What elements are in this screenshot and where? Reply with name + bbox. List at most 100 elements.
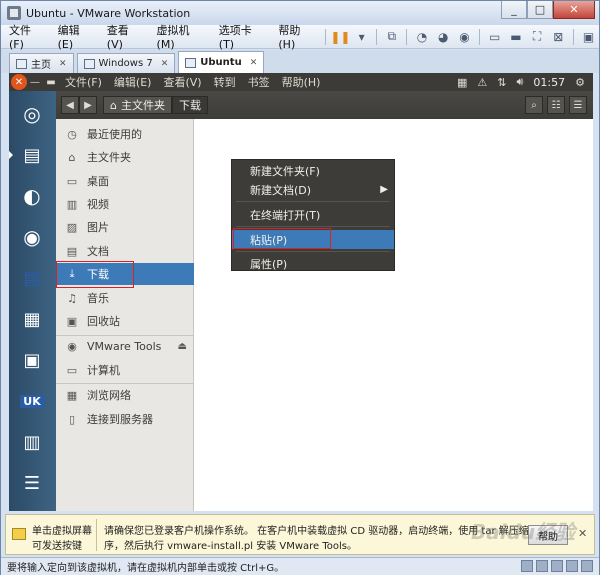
- snapshot-icon[interactable]: ◔: [411, 27, 432, 47]
- maximize-button[interactable]: □: [527, 1, 553, 19]
- sidebar-item-computer[interactable]: ▭ 计算机: [56, 359, 194, 381]
- sidebar-item-label: 回收站: [87, 315, 120, 328]
- breadcrumb-home-label: 主文件夹: [120, 99, 165, 112]
- snapshot-manager-icon[interactable]: ◉: [454, 27, 475, 47]
- back-button[interactable]: ◀: [61, 96, 79, 114]
- disc-icon: ◉: [67, 339, 77, 353]
- sidebar-item-trash[interactable]: ▣ 回收站: [56, 310, 194, 332]
- revert-snapshot-icon[interactable]: ◕: [433, 27, 454, 47]
- places-sidebar: ◷ 最近使用的 ⌂ 主文件夹 ▭ 桌面 ▥ 视频 ▨ 图片 ▤ 文档 ⤓ 下载 …: [56, 119, 194, 511]
- tab-home[interactable]: 主页 ✕: [9, 53, 74, 73]
- launcher-calc[interactable]: ▦: [13, 300, 51, 338]
- menu-open-terminal[interactable]: 在终端打开(T): [232, 205, 394, 224]
- launcher-dash[interactable]: ◎: [13, 95, 51, 133]
- ubuntu-menu-view[interactable]: 查看(V): [157, 74, 207, 90]
- menu-bar: 文件(F) 编辑(E) 查看(V) 虚拟机(M) 选项卡(T) 帮助(H) ❚❚…: [1, 22, 599, 51]
- grid-view-button[interactable]: ☷: [547, 96, 565, 114]
- window-close-icon[interactable]: ✕: [11, 74, 27, 90]
- network-icon[interactable]: [551, 560, 563, 572]
- search-button[interactable]: ⌕: [525, 96, 543, 114]
- file-cabinet-icon: ▤: [23, 144, 41, 166]
- launcher-writer[interactable]: ▤: [13, 259, 51, 297]
- sidebar-item-home[interactable]: ⌂ 主文件夹: [56, 146, 194, 168]
- thumbnail-bar-icon[interactable]: ▣: [578, 27, 599, 47]
- launcher-workspaces[interactable]: ▥: [13, 423, 51, 461]
- launcher-firefox[interactable]: ◐: [13, 177, 51, 215]
- fullscreen-icon[interactable]: ⛶: [526, 27, 547, 47]
- close-tab-icon[interactable]: ✕: [59, 59, 67, 69]
- forward-button[interactable]: ▶: [79, 96, 97, 114]
- unity-icon[interactable]: ⊠: [548, 27, 569, 47]
- menu-file[interactable]: 文件(F): [1, 22, 50, 51]
- menu-tabs[interactable]: 选项卡(T): [211, 22, 271, 51]
- close-tab-icon[interactable]: ✕: [250, 58, 258, 68]
- close-button[interactable]: ✕: [553, 1, 595, 19]
- infobar-divider: [96, 519, 97, 551]
- network-indicator-icon[interactable]: ⇅: [497, 76, 506, 89]
- sidebar-item-vmware-tools[interactable]: ◉ VMware Tools ⏏: [56, 335, 194, 357]
- launcher-impress[interactable]: ▣: [13, 341, 51, 379]
- usb-icon[interactable]: [566, 560, 578, 572]
- ubuntu-top-panel: ✕ — ▬ 文件(F) 编辑(E) 查看(V) 转到 书签 帮助(H) ▦ ⚠ …: [9, 73, 593, 91]
- minimize-button[interactable]: _: [501, 1, 527, 19]
- sidebar-item-label: 音乐: [87, 292, 109, 305]
- ubuntu-menu-help[interactable]: 帮助(H): [276, 74, 327, 90]
- eject-icon[interactable]: ⏏: [178, 341, 187, 352]
- sound-icon[interactable]: [581, 560, 593, 572]
- guest-screen[interactable]: ✕ — ▬ 文件(F) 编辑(E) 查看(V) 转到 书签 帮助(H) ▦ ⚠ …: [9, 73, 593, 511]
- dropdown-arrow-icon[interactable]: ▾: [351, 27, 372, 47]
- tab-ubuntu-label: Ubuntu: [200, 57, 242, 68]
- ubuntu-menu-bookmarks[interactable]: 书签: [242, 74, 276, 90]
- breadcrumb-home[interactable]: ⌂ 主文件夹: [103, 96, 172, 114]
- sidebar-item-browse-network[interactable]: ▦ 浏览网络: [56, 384, 194, 406]
- ubuntu-menu-edit[interactable]: 编辑(E): [108, 74, 158, 90]
- power-icon[interactable]: ⚙: [575, 76, 585, 89]
- sidebar-item-pictures[interactable]: ▨ 图片: [56, 216, 194, 238]
- sidebar-item-videos[interactable]: ▥ 视频: [56, 193, 194, 215]
- sidebar-item-documents[interactable]: ▤ 文档: [56, 240, 194, 262]
- ubuntu-menu-file[interactable]: 文件(F): [59, 74, 108, 90]
- hdd-icon[interactable]: [521, 560, 533, 572]
- clock[interactable]: 01:57: [533, 76, 565, 89]
- sidebar-item-recent[interactable]: ◷ 最近使用的: [56, 123, 194, 145]
- infobar-message-line2: 序，然后执行 vmware-install.pl 安装 VMware Tools…: [104, 541, 358, 552]
- launcher-files[interactable]: ▤: [9, 136, 51, 174]
- music-icon: ♫: [67, 291, 77, 305]
- cdrom-icon[interactable]: [536, 560, 548, 572]
- sidebar-item-music[interactable]: ♫ 音乐: [56, 287, 194, 309]
- network-adapter-icon[interactable]: ⧉: [381, 27, 402, 47]
- list-view-button[interactable]: ☰: [569, 96, 587, 114]
- menu-edit[interactable]: 编辑(E): [50, 22, 99, 51]
- tab-ubuntu[interactable]: Ubuntu ✕: [178, 51, 265, 73]
- close-icon[interactable]: ✕: [578, 527, 587, 540]
- toolbar-divider: [479, 28, 481, 45]
- firefox-icon: ◐: [23, 184, 41, 208]
- window-maximize-icon[interactable]: ▬: [43, 77, 59, 88]
- menu-view[interactable]: 查看(V): [99, 22, 149, 51]
- update-icon[interactable]: ⚠: [477, 76, 487, 89]
- breadcrumb-current[interactable]: 下载: [171, 96, 208, 114]
- window-minimize-icon[interactable]: —: [27, 77, 43, 88]
- sidebar-item-connect-server[interactable]: ▯ 连接到服务器: [56, 408, 194, 430]
- menu-vm[interactable]: 虚拟机(M): [149, 22, 211, 51]
- menu-help[interactable]: 帮助(H): [270, 22, 320, 51]
- menu-properties[interactable]: 属性(P): [232, 254, 394, 273]
- launcher-trash[interactable]: ☰: [13, 464, 51, 502]
- pause-icon[interactable]: ❚❚: [330, 27, 351, 47]
- menu-new-document[interactable]: 新建文档(D) ▶: [232, 180, 394, 199]
- close-tab-icon[interactable]: ✕: [161, 59, 169, 69]
- keyboard-icon[interactable]: ▦: [457, 76, 467, 89]
- library-view-icon[interactable]: ▭: [484, 27, 505, 47]
- launcher-ubuntu-one[interactable]: UK: [13, 382, 51, 420]
- launcher-chromium[interactable]: ◉: [13, 218, 51, 256]
- menu-new-folder[interactable]: 新建文件夹(F): [232, 161, 394, 180]
- sidebar-item-label: 视频: [87, 198, 109, 211]
- window-controls: _ □ ✕: [501, 1, 595, 19]
- toolbar-divider: [324, 28, 326, 45]
- sidebar-item-desktop[interactable]: ▭ 桌面: [56, 170, 194, 192]
- ubuntu-menu-go[interactable]: 转到: [208, 74, 242, 90]
- console-view-icon[interactable]: ▬: [505, 27, 526, 47]
- volume-icon[interactable]: 🔊︎: [516, 75, 523, 89]
- vmware-window: Ubuntu - VMware Workstation _ □ ✕ 文件(F) …: [0, 0, 600, 575]
- tab-windows7[interactable]: Windows 7 ✕: [76, 53, 176, 73]
